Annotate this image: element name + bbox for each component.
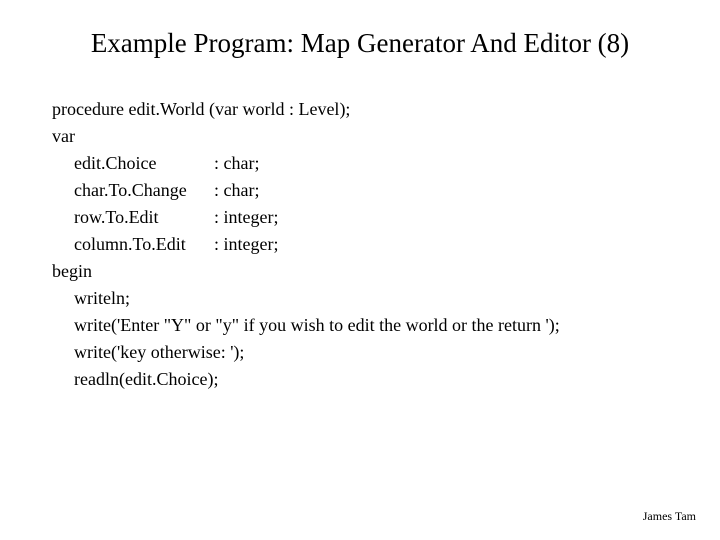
- var-name: edit.Choice: [74, 150, 214, 177]
- var-type: : integer;: [214, 207, 278, 227]
- var-type: : char;: [214, 180, 259, 200]
- code-line: write('key otherwise: ');: [52, 339, 560, 366]
- var-type: : integer;: [214, 234, 278, 254]
- code-line: edit.Choice: char;: [52, 150, 560, 177]
- code-line: writeln;: [52, 285, 560, 312]
- code-line: write('Enter "Y" or "y" if you wish to e…: [52, 312, 560, 339]
- code-line: begin: [52, 258, 560, 285]
- code-line: char.To.Change: char;: [52, 177, 560, 204]
- slide: Example Program: Map Generator And Edito…: [0, 0, 720, 540]
- var-name: column.To.Edit: [74, 231, 214, 258]
- code-line: column.To.Edit: integer;: [52, 231, 560, 258]
- code-line: var: [52, 123, 560, 150]
- code-block: procedure edit.World (var world : Level)…: [52, 96, 560, 393]
- slide-title: Example Program: Map Generator And Edito…: [0, 28, 720, 59]
- var-name: char.To.Change: [74, 177, 214, 204]
- code-line: procedure edit.World (var world : Level)…: [52, 96, 560, 123]
- code-line: row.To.Edit: integer;: [52, 204, 560, 231]
- footer-author: James Tam: [643, 509, 696, 524]
- var-name: row.To.Edit: [74, 204, 214, 231]
- code-line: readln(edit.Choice);: [52, 366, 560, 393]
- var-type: : char;: [214, 153, 259, 173]
